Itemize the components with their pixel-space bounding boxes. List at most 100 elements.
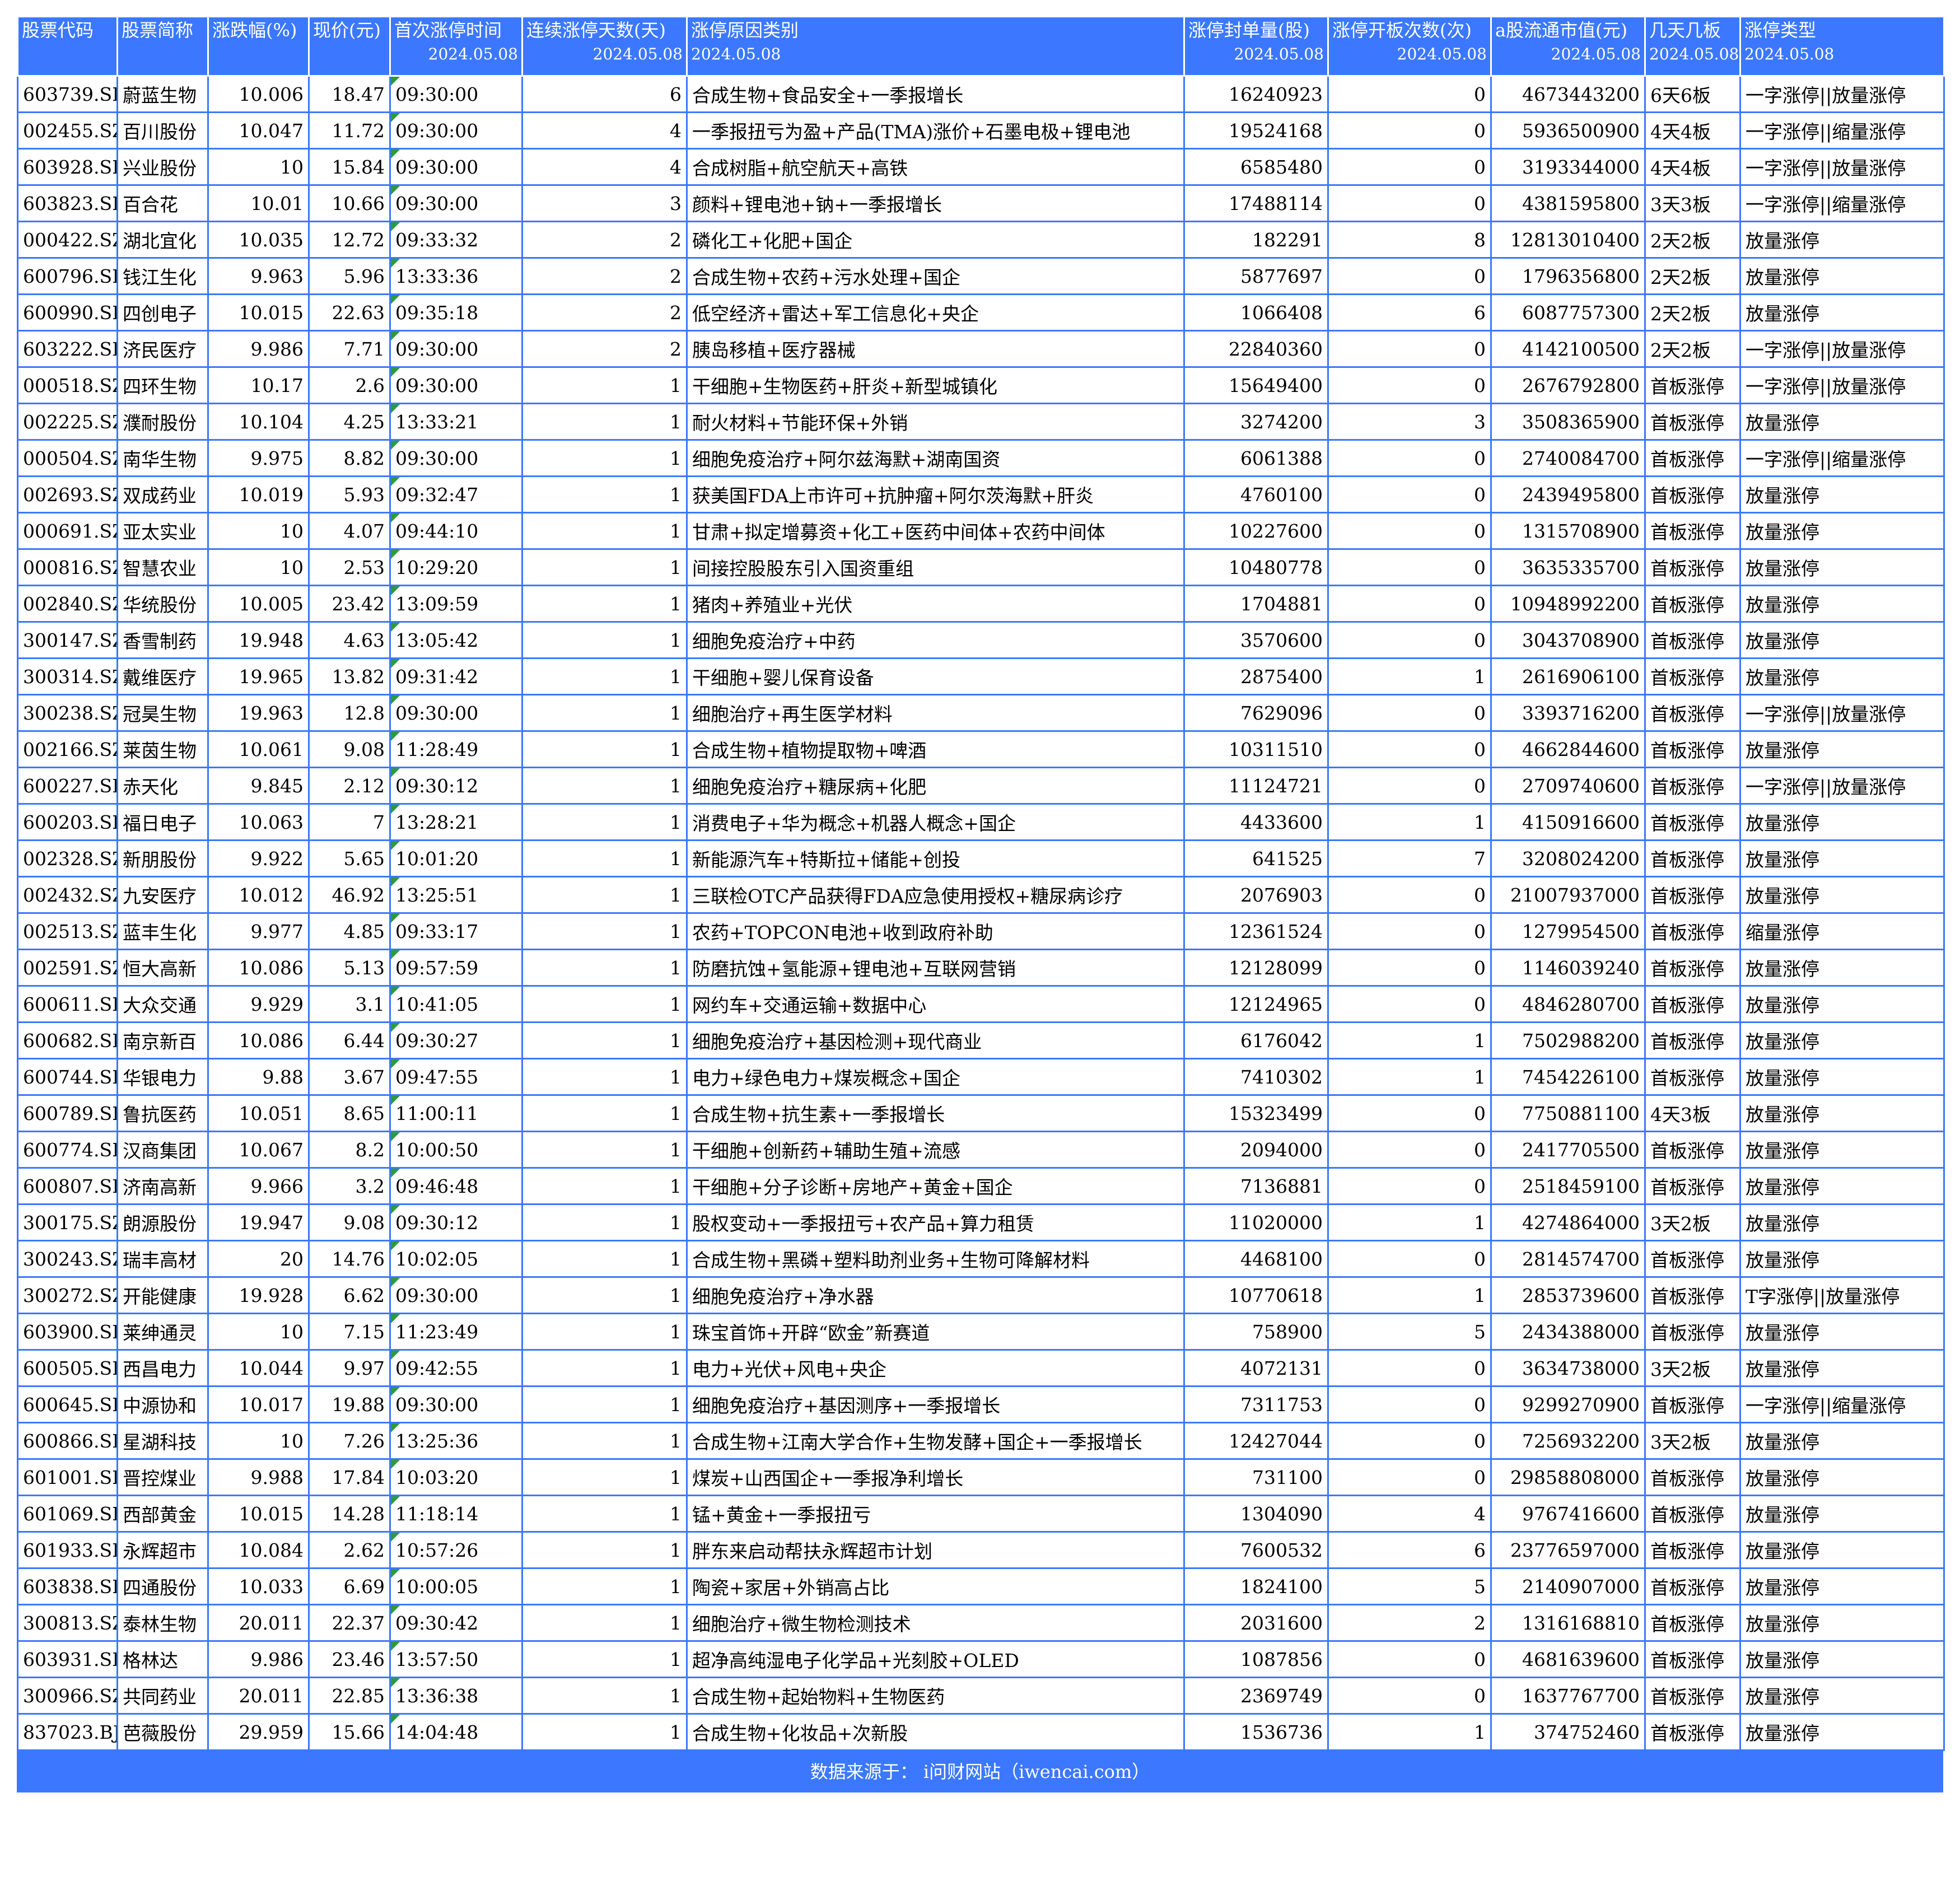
cell-stock-code: 002328.SZ xyxy=(17,839,118,877)
cell-limit-type: 缩量涨停 xyxy=(1739,912,1945,950)
cell-first-limit-time: 09:33:32 xyxy=(389,221,523,259)
table-row[interactable]: 603838.SH四通股份10.0336.6910:00:051陶瓷+家居+外销… xyxy=(17,1567,1945,1605)
table-row[interactable]: 000422.SZ 湖北宜化 10.035 12.72 09:33:32 2 磷化工+化肥+… xyxy=(17,221,1945,259)
cell-price: 7 xyxy=(308,803,391,841)
table-row[interactable]: 600203.SH福日电子10.063713:28:211消费电子+华为概念+机… xyxy=(17,803,1945,841)
header-change-pct[interactable]: 涨跌幅(%) xyxy=(207,16,310,77)
table-row[interactable]: 603823.SH百合花10.0110.6609:30:003颜料+锂电池+钠+… xyxy=(17,184,1945,222)
table-row[interactable]: 300314.SZ 戴维医疗 19.965 13.82 09:31:42 1 干细胞+婴儿保… xyxy=(17,657,1945,695)
cell-reason: 防磨抗蚀+氢能源+锂电池+互联网营销 xyxy=(686,949,1185,987)
table-row[interactable]: 603900.SH莱绅通灵107.1511:23:491珠宝首饰+开辟“欧金”新… xyxy=(17,1313,1945,1351)
cell-boards: 2天2板 xyxy=(1644,257,1741,295)
cell-change-pct: 20 xyxy=(207,1240,310,1278)
table-row[interactable]: 600645.SH中源协和10.01719.8809:30:001细胞免疫治疗+… xyxy=(17,1385,1945,1423)
cell-first-limit-time: 09:47:55 xyxy=(389,1058,523,1096)
cell-stock-name: 鲁抗医药 xyxy=(116,1094,209,1132)
cell-stock-name: 开能健康 xyxy=(116,1276,209,1314)
table-row[interactable]: 300272.SZ 开能健康 19.928 6.62 09:30:00 1 细胞免疫治疗+净… xyxy=(17,1276,1945,1314)
table-row[interactable]: 600744.SH华银电力9.883.6709:47:551电力+绿色电力+煤炭… xyxy=(17,1058,1945,1096)
cell-change-pct: 10.067 xyxy=(207,1131,310,1169)
table-row[interactable]: 601001.SH晋控煤业9.98817.8410:03:201煤炭+山西国企+… xyxy=(17,1458,1945,1496)
table-row[interactable]: 300147.SZ 香雪制药 19.948 4.63 13:05:42 1 细胞免疫治疗+中… xyxy=(17,621,1945,659)
header-stock-name[interactable]: 股票简称 xyxy=(116,16,209,77)
table-row[interactable]: 600990.SH四创电子10.01522.6309:35:182低空经济+雷达… xyxy=(17,293,1945,332)
table-row[interactable]: 300175.SZ 朗源股份 19.947 9.08 09:30:12 1 股权变动+一季报… xyxy=(17,1203,1945,1241)
cell-limit-type: 放量涨停 xyxy=(1739,1531,1945,1569)
table-row[interactable]: 002225.SZ 濮耐股份 10.104 4.25 13:33:21 1 耐火材料+节能环… xyxy=(17,403,1945,441)
cell-first-limit-time: 13:09:59 xyxy=(389,585,523,623)
cell-change-pct: 10.061 xyxy=(207,730,310,768)
cell-change-pct: 10.005 xyxy=(207,585,310,623)
cell-limit-type: 放量涨停 xyxy=(1739,1567,1945,1605)
cell-change-pct: 10.035 xyxy=(207,221,310,259)
cell-stock-name: 星湖科技 xyxy=(116,1422,209,1460)
table-row[interactable]: 000504.SZ 南华生物 9.975 8.82 09:30:00 1 细胞免疫治疗+阿尔… xyxy=(17,439,1945,477)
header-limit-type[interactable]: 涨停类型 2024.05.08 xyxy=(1739,16,1945,77)
table-row[interactable]: 002455.SZ 百川股份 10.047 11.72 09:30:00 4 一季报扭亏为盈… xyxy=(17,111,1945,150)
cell-change-pct: 9.988 xyxy=(207,1458,310,1496)
cell-first-limit-time: 13:28:21 xyxy=(389,803,523,841)
cell-change-pct: 10.015 xyxy=(207,1495,310,1533)
table-row[interactable]: 603222.SH济民医疗9.9867.7109:30:002胰岛移植+医疗器械… xyxy=(17,330,1945,368)
table-row[interactable]: 600796.SH钱江生化9.9635.9613:33:362合成生物+农药+污… xyxy=(17,257,1945,295)
header-reason[interactable]: 涨停原因类别 2024.05.08 xyxy=(686,16,1185,77)
table-row[interactable]: 300243.SZ 瑞丰高材 20 14.76 10:02:05 1 合成生物+黑磷+塑料助… xyxy=(17,1240,1945,1278)
table-row[interactable]: 002432.SZ 九安医疗 10.012 46.92 13:25:51 1 三联检OTC产… xyxy=(17,876,1945,914)
header-price[interactable]: 现价(元) xyxy=(308,16,391,77)
table-row[interactable]: 603739.SH蔚蓝生物10.00618.4709:30:006合成生物+食品… xyxy=(17,75,1945,113)
cell-seal-volume: 12361524 xyxy=(1183,912,1329,950)
cell-stock-name: 西昌电力 xyxy=(116,1349,209,1387)
cell-limit-type: 放量涨停 xyxy=(1739,1313,1945,1351)
table-row[interactable]: 300813.SZ 泰林生物 20.011 22.37 09:30:42 1 细胞治疗+微生… xyxy=(17,1604,1945,1642)
table-row[interactable]: 600807.SH济南高新9.9663.209:46:481干细胞+分子诊断+房… xyxy=(17,1167,1945,1205)
cell-stock-code: 600990.SH xyxy=(17,293,118,332)
header-stock-code[interactable]: 股票代码 xyxy=(17,16,118,77)
table-row[interactable]: 000816.SZ 智慧农业 10 2.53 10:29:20 1 间接控股股东引入国资重组… xyxy=(17,548,1945,586)
table-row[interactable]: 601069.SH西部黄金10.01514.2811:18:141锰+黄金+一季… xyxy=(17,1495,1945,1533)
cell-reason: 胖东来启动帮扶永辉超市计划 xyxy=(686,1531,1185,1569)
table-row[interactable]: 600227.SH赤天化9.8452.1209:30:121细胞免疫治疗+糖尿病… xyxy=(17,767,1945,805)
table-row[interactable]: 002328.SZ 新朋股份 9.922 5.65 10:01:20 1 新能源汽车+特斯拉… xyxy=(17,839,1945,877)
table-row[interactable]: 002166.SZ 莱茵生物 10.061 9.08 11:28:49 1 合成生物+植物提… xyxy=(17,730,1945,768)
table-row[interactable]: 601933.SH永辉超市10.0842.6210:57:261胖东来启动帮扶永… xyxy=(17,1531,1945,1569)
table-row[interactable]: 603931.SH格林达9.98623.4613:57:501超净高纯湿电子化学… xyxy=(17,1640,1945,1678)
cell-limit-type: 放量涨停 xyxy=(1739,730,1945,768)
header-seal-volume[interactable]: 涨停封单量(股) 2024.05.08 xyxy=(1183,16,1329,77)
header-float-cap[interactable]: a股流通市值(元) 2024.05.08 xyxy=(1490,16,1646,77)
table-row[interactable]: 002840.SZ 华统股份 10.005 23.42 13:09:59 1 猪肉+养殖业+… xyxy=(17,585,1945,623)
cell-open-count: 0 xyxy=(1327,257,1492,295)
table-row[interactable]: 002591.SZ 恒大高新 10.086 5.13 09:57:59 1 防磨抗蚀+氢能源… xyxy=(17,949,1945,987)
cell-boards: 2天2板 xyxy=(1644,293,1741,332)
table-row[interactable]: 600774.SH汉商集团10.0678.210:00:501干细胞+创新药+辅… xyxy=(17,1131,1945,1169)
table-row[interactable]: 300238.SZ 冠昊生物 19.963 12.8 09:30:00 1 细胞治疗+再生医… xyxy=(17,694,1945,732)
table-row[interactable]: 603928.SH兴业股份1015.8409:30:004合成树脂+航空航天+高… xyxy=(17,148,1945,186)
cell-reason: 农药+TOPCON电池+收到政府补助 xyxy=(686,912,1185,950)
table-row[interactable]: 837023.BJ 芭薇股份 29.959 15.66 14:04:48 1 合成生物+化妆… xyxy=(17,1713,1945,1751)
table-row[interactable]: 300966.SZ 共同药业 20.011 22.85 13:36:38 1 合成生物+起始… xyxy=(17,1677,1945,1715)
table-row[interactable]: 600682.SH南京新百10.0866.4409:30:271细胞免疫治疗+基… xyxy=(17,1021,1945,1059)
cell-price: 8.65 xyxy=(308,1094,391,1132)
table-row[interactable]: 600505.SH西昌电力10.0449.9709:42:551电力+光伏+风电… xyxy=(17,1349,1945,1387)
table-row[interactable]: 002513.SZ 蓝丰生化 9.977 4.85 09:33:17 1 农药+TOPCON… xyxy=(17,912,1945,950)
cell-float-cap: 3043708900 xyxy=(1490,621,1646,659)
header-open-count[interactable]: 涨停开板次数(次) 2024.05.08 xyxy=(1327,16,1492,77)
header-first-limit-time[interactable]: 首次涨停时间 2024.05.08 xyxy=(389,16,523,77)
cell-reason: 干细胞+分子诊断+房地产+黄金+国企 xyxy=(686,1167,1185,1205)
table-row[interactable]: 600866.SH星湖科技107.2613:25:361合成生物+江南大学合作+… xyxy=(17,1422,1945,1460)
table-row[interactable]: 002693.SZ 双成药业 10.019 5.93 09:32:47 1 获美国FDA上市… xyxy=(17,475,1945,513)
cell-reason: 消费电子+华为概念+机器人概念+国企 xyxy=(686,803,1185,841)
cell-limit-type: 放量涨停 xyxy=(1739,1240,1945,1278)
header-consecutive-days[interactable]: 连续涨停天数(天) 2024.05.08 xyxy=(521,16,688,77)
table-row[interactable]: 600611.SH大众交通9.9293.110:41:051网约车+交通运输+数… xyxy=(17,985,1945,1023)
table-row[interactable]: 000691.SZ 亚太实业 10 4.07 09:44:10 1 甘肃+拟定增募资+化工+… xyxy=(17,512,1945,550)
header-boards[interactable]: 几天几板 2024.05.08 xyxy=(1644,16,1741,77)
cell-first-limit-time: 13:33:21 xyxy=(389,403,523,441)
cell-reason: 煤炭+山西国企+一季报净利增长 xyxy=(686,1458,1185,1496)
table-row[interactable]: 600789.SH鲁抗医药10.0518.6511:00:111合成生物+抗生素… xyxy=(17,1094,1945,1132)
cell-boards: 3天2板 xyxy=(1644,1349,1741,1387)
cell-float-cap: 4681639600 xyxy=(1490,1640,1646,1678)
table-row[interactable]: 000518.SZ 四环生物 10.17 2.6 09:30:00 1 干细胞+生物医药+肝… xyxy=(17,366,1945,404)
cell-boards: 2天2板 xyxy=(1644,221,1741,259)
cell-reason: 合成生物+植物提取物+啤酒 xyxy=(686,730,1185,768)
cell-consecutive-days: 1 xyxy=(521,403,688,441)
